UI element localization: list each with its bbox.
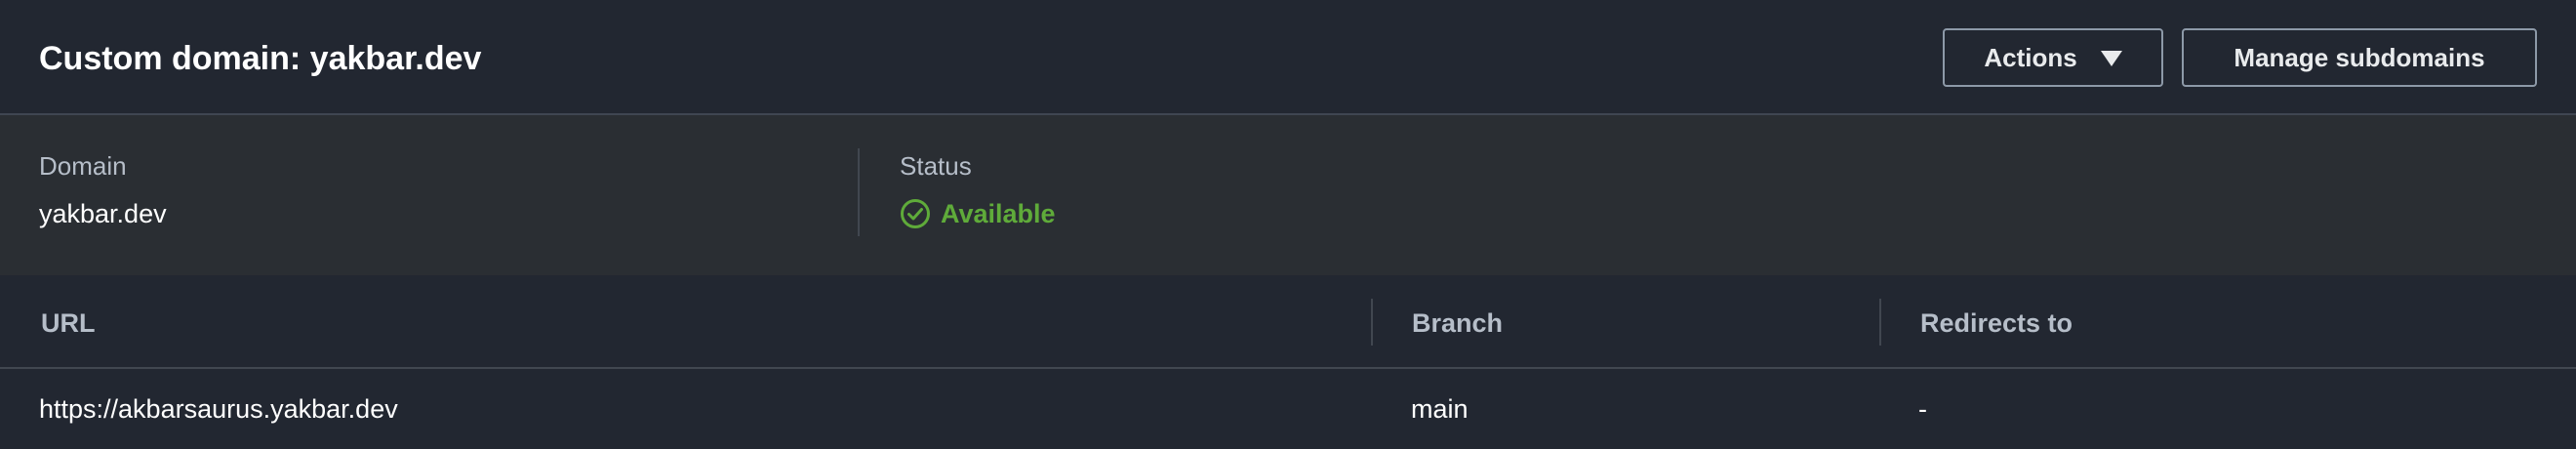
status-badge: Available: [900, 197, 1056, 230]
caret-down-icon: [2100, 51, 2122, 66]
manage-subdomains-label: Manage subdomains: [2234, 42, 2485, 72]
domain-value: yakbar.dev: [39, 199, 167, 228]
subdomains-table-header: URL Branch Redirects to: [0, 275, 2576, 369]
custom-domain-panel: Custom domain: yakbar.dev Actions Manage…: [0, 0, 2576, 449]
column-header-redirects-to[interactable]: Redirects to: [1920, 306, 2073, 340]
actions-button-label: Actions: [1984, 42, 2077, 72]
table-row[interactable]: https://akbarsaurus.yakbar.dev main -: [0, 369, 2576, 449]
check-circle-icon: [900, 198, 931, 229]
page-title: Custom domain: yakbar.dev: [39, 40, 482, 77]
status-label: Status: [900, 151, 972, 181]
column-header-branch[interactable]: Branch: [1412, 306, 1503, 340]
cell-url[interactable]: https://akbarsaurus.yakbar.dev: [39, 392, 398, 426]
column-resize-handle[interactable]: [1879, 299, 1881, 346]
domain-details: Domain yakbar.dev Status Available: [0, 115, 2576, 275]
status-value: Available: [941, 199, 1056, 228]
cell-redirects-to: -: [1918, 394, 1927, 424]
details-divider: [858, 148, 860, 236]
actions-button[interactable]: Actions: [1943, 28, 2163, 87]
column-header-url[interactable]: URL: [41, 306, 96, 340]
manage-subdomains-button[interactable]: Manage subdomains: [2182, 28, 2537, 87]
panel-header: Custom domain: yakbar.dev Actions Manage…: [0, 0, 2576, 115]
domain-label: Domain: [39, 151, 127, 181]
column-resize-handle[interactable]: [1371, 299, 1373, 346]
cell-branch: main: [1411, 394, 1469, 424]
